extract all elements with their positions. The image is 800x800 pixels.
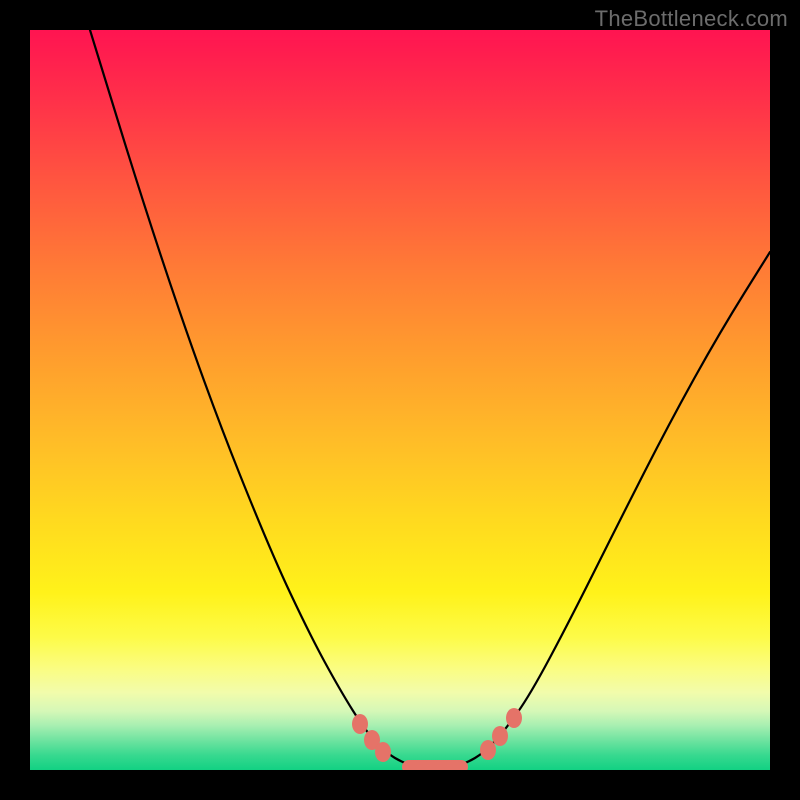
watermark-text: TheBottleneck.com (595, 6, 788, 32)
marker-right-1 (480, 740, 496, 760)
marker-group (352, 708, 522, 770)
bottleneck-curve (90, 30, 770, 768)
marker-left-3 (375, 742, 391, 762)
plot-area (30, 30, 770, 770)
optimal-range-pill (402, 760, 468, 770)
curve-layer (30, 30, 770, 770)
marker-right-2 (492, 726, 508, 746)
marker-right-3 (506, 708, 522, 728)
chart-frame: TheBottleneck.com (0, 0, 800, 800)
marker-left-1 (352, 714, 368, 734)
